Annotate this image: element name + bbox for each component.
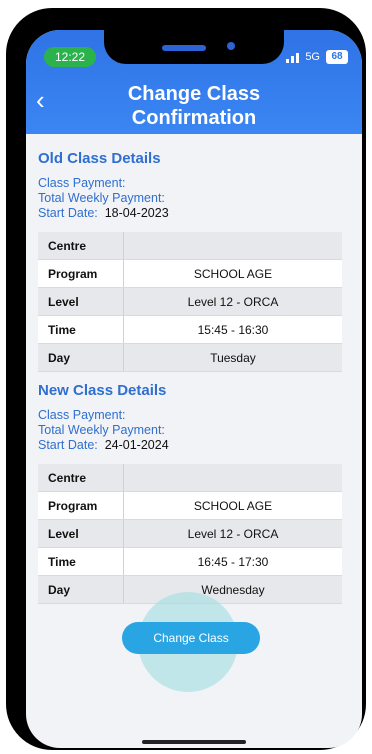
old-start-date-label: Start Date: [38,206,98,220]
row-label: Centre [38,232,124,260]
chevron-left-icon[interactable]: ‹ [36,87,56,113]
camera-icon [227,42,235,50]
row-label: Level [38,519,124,548]
table-row: Level Level 12 - ORCA [38,519,342,548]
row-value: Wednesday [123,575,342,604]
row-label: Level [38,287,124,316]
row-label: Centre [38,464,124,492]
table-row: Time 15:45 - 16:30 [38,315,342,344]
app-screen: 12:22 5G 68 ‹ Change Class Confirmation … [26,30,362,748]
row-value [123,464,342,492]
page-title: Change Class Confirmation [86,82,302,130]
old-class-info: Class Payment: Total Weekly Payment: Sta… [38,176,169,221]
row-value: Level 12 - ORCA [123,519,342,548]
row-value: 15:45 - 16:30 [123,315,342,344]
speaker-icon [162,45,206,51]
table-row: Program SCHOOL AGE [38,259,342,288]
page-title-line2: Confirmation [131,107,257,129]
row-label: Program [38,491,124,520]
change-class-button[interactable]: Change Class [122,622,260,654]
table-row: Day Tuesday [38,343,342,372]
table-row: Program SCHOOL AGE [38,491,342,520]
row-value: 16:45 - 17:30 [123,547,342,576]
table-row: Centre [38,232,342,260]
new-class-table: Centre Program SCHOOL AGE Level Level 12 -… [38,464,342,604]
row-value: SCHOOL AGE [123,491,342,520]
new-class-info: Class Payment: Total Weekly Payment: Sta… [38,408,169,453]
page-title-line1: Change Class [127,83,261,105]
old-start-date-value: 18-04-2023 [104,206,169,220]
battery-icon: 68 [326,50,348,64]
old-class-title: Old Class Details [38,150,161,167]
old-start-date-row: Start Date: 18-04-2023 [38,206,169,221]
old-total-weekly-payment-label: Total Weekly Payment: [38,191,165,205]
new-class-title: New Class Details [38,382,167,399]
table-row: Time 16:45 - 17:30 [38,547,342,576]
row-label: Day [38,343,124,372]
camera-notch [104,30,284,64]
new-start-date-label: Start Date: [38,438,98,452]
signal-icon [286,51,300,63]
new-total-weekly-payment-label: Total Weekly Payment: [38,423,165,437]
app-header: 12:22 5G 68 ‹ Change Class Confirmation [26,30,362,134]
row-label: Time [38,315,124,344]
old-class-table: Centre Program SCHOOL AGE Level Level 12 -… [38,232,342,372]
new-class-payment-label: Class Payment: [38,408,126,422]
table-row: Level Level 12 - ORCA [38,287,342,316]
status-time: 12:22 [44,47,96,67]
table-row: Centre [38,464,342,492]
row-value: Tuesday [123,343,342,372]
network-type: 5G [305,51,320,63]
row-label: Time [38,547,124,576]
row-label: Program [38,259,124,288]
row-value: Level 12 - ORCA [123,287,342,316]
row-value [123,232,342,260]
new-start-date-row: Start Date: 24-01-2024 [38,438,169,453]
old-class-payment-label: Class Payment: [38,176,126,190]
status-indicators: 5G 68 [286,48,348,66]
row-label: Day [38,575,124,604]
phone-frame: 12:22 5G 68 ‹ Change Class Confirmation … [6,8,366,750]
new-start-date-value: 24-01-2024 [104,438,169,452]
row-value: SCHOOL AGE [123,259,342,288]
home-indicator[interactable] [142,740,246,744]
